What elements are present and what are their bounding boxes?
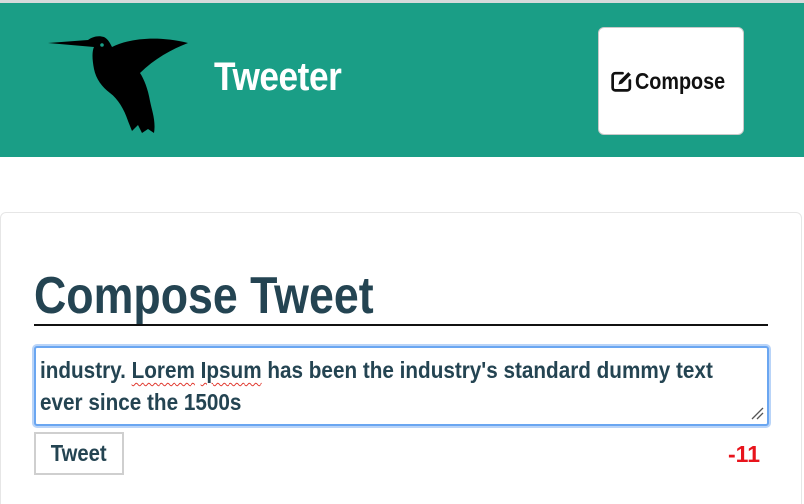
resize-handle-icon[interactable] [749,405,765,421]
compose-title: Compose Tweet [34,268,768,326]
character-counter: -11 [728,441,760,467]
text-segment: has been the industry's standard dummy t… [261,357,713,383]
hummingbird-icon [48,36,188,133]
app-header: Tweeter Compose [0,0,804,157]
tweet-textarea[interactable]: industry. Lorem Ipsum has been the indus… [34,346,769,426]
compose-title-text: Compose Tweet [34,267,374,325]
misspelled-word: Ipsum [200,357,262,383]
brand-title: Tweeter [214,55,342,99]
text-segment: industry. [40,357,132,383]
compose-button[interactable]: Compose [598,27,744,135]
page: Tweeter Compose Compose Tweet industry. … [0,0,804,504]
edit-icon [610,71,631,92]
tweet-button-label: Tweet [51,440,107,466]
tweet-textarea-text: industry. Lorem Ipsum has been the indus… [40,354,760,418]
text-segment: ever since the 1500s [40,389,242,415]
compose-button-label: Compose [634,67,725,94]
misspelled-word: Lorem [131,357,195,383]
tweet-button[interactable]: Tweet [34,432,124,475]
